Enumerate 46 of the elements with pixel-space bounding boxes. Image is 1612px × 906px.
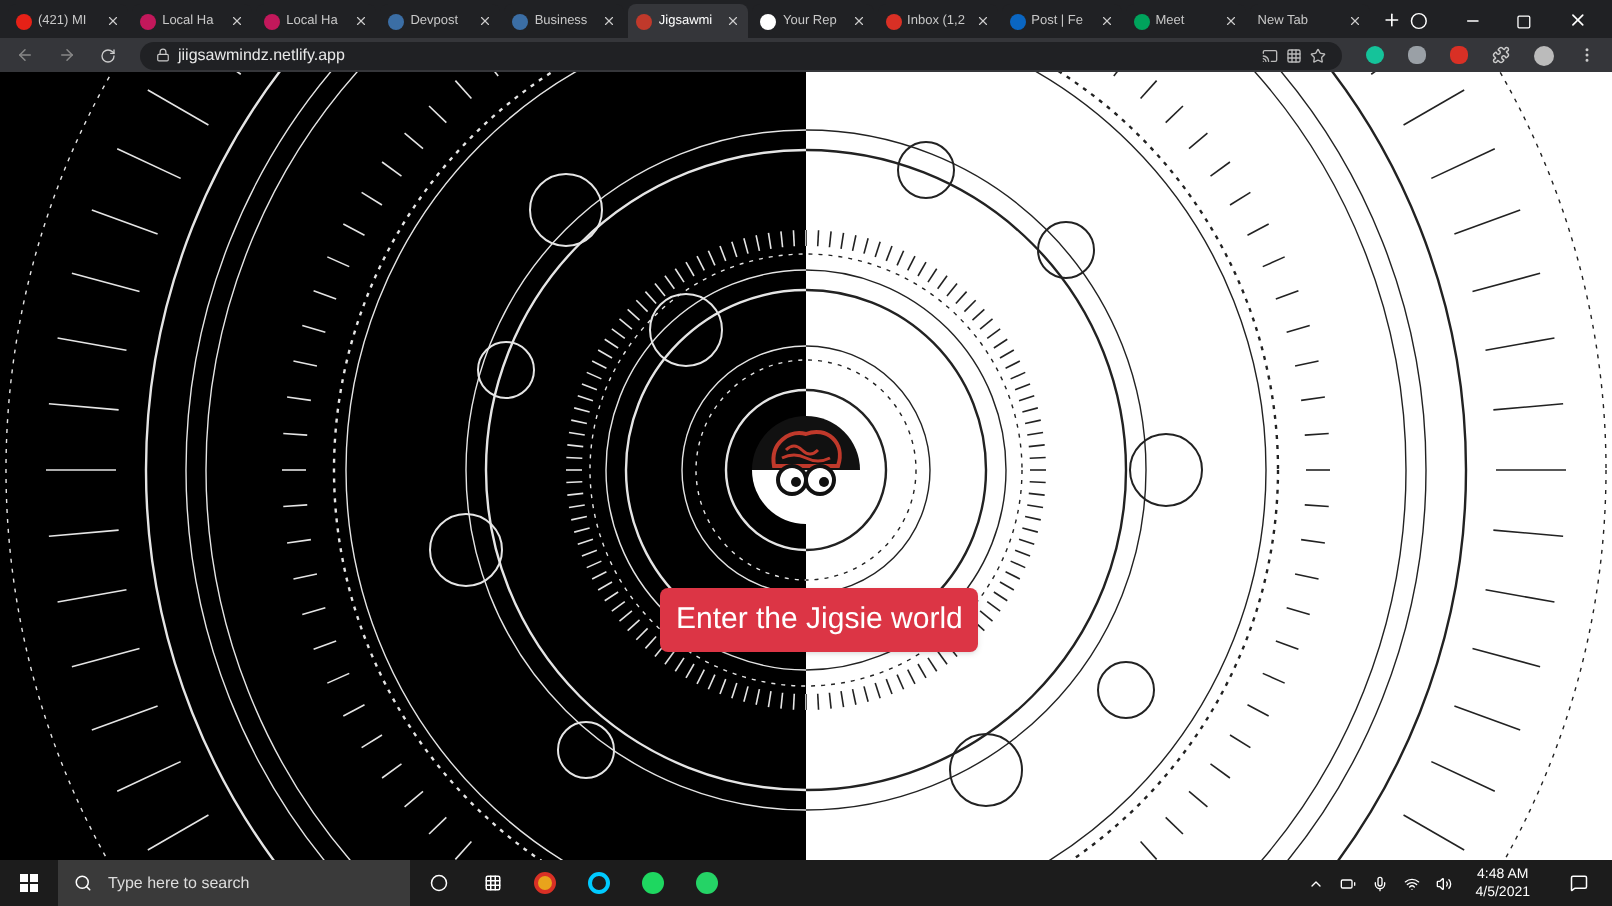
bookmark-star-icon[interactable] <box>1310 47 1326 63</box>
close-icon[interactable] <box>975 14 990 28</box>
favicon-icon <box>512 13 529 29</box>
cast-icon[interactable] <box>1262 47 1278 63</box>
favicon-icon <box>636 13 653 29</box>
close-icon[interactable] <box>1347 14 1362 28</box>
favicon-icon <box>388 13 405 29</box>
notifications-icon[interactable] <box>1570 874 1588 892</box>
close-icon[interactable] <box>602 14 617 28</box>
network-icon[interactable] <box>1403 875 1420 891</box>
avatar-icon[interactable] <box>1534 45 1554 65</box>
battery-icon[interactable] <box>1339 875 1356 891</box>
favicon-icon <box>760 13 777 29</box>
back-icon[interactable] <box>16 46 34 64</box>
lock-icon <box>156 48 170 62</box>
favicon-icon <box>1009 13 1026 29</box>
close-icon[interactable] <box>106 14 121 28</box>
close-icon[interactable] <box>354 14 369 28</box>
url-text: jiigsawmindz.netlify.app <box>178 43 347 67</box>
forward-icon[interactable] <box>58 46 76 64</box>
task-view-icon[interactable] <box>484 874 502 892</box>
search-icon <box>74 874 92 892</box>
profile-indicator-icon[interactable] <box>1409 12 1428 30</box>
volume-icon[interactable] <box>1435 875 1452 891</box>
close-icon[interactable] <box>230 14 245 28</box>
favicon-icon <box>1133 13 1150 29</box>
favicon-icon <box>16 13 32 29</box>
close-icon[interactable] <box>478 14 493 28</box>
enter-button[interactable]: Enter the Jigsie world <box>660 588 979 652</box>
maximize-icon[interactable] <box>1516 14 1533 30</box>
microphone-icon[interactable] <box>1371 875 1388 891</box>
favicon-icon <box>140 13 157 29</box>
reload-icon[interactable] <box>100 47 116 63</box>
close-icon[interactable] <box>1099 14 1114 28</box>
close-icon[interactable] <box>851 14 866 28</box>
windows-start-icon[interactable] <box>20 874 38 892</box>
close-window-icon[interactable] <box>1568 10 1589 30</box>
taskbar-search-field[interactable]: Type here to search <box>58 860 410 906</box>
favicon-icon <box>264 13 281 29</box>
new-tab-icon[interactable] <box>1381 10 1402 30</box>
close-icon[interactable] <box>726 14 741 28</box>
extensions-icon[interactable] <box>1492 46 1510 64</box>
close-icon[interactable] <box>1223 14 1238 28</box>
favicon-icon <box>885 13 902 29</box>
address-bar[interactable]: jiigsawmindz.netlify.app <box>140 41 1342 69</box>
search-input[interactable]: Type here to search <box>108 871 388 895</box>
